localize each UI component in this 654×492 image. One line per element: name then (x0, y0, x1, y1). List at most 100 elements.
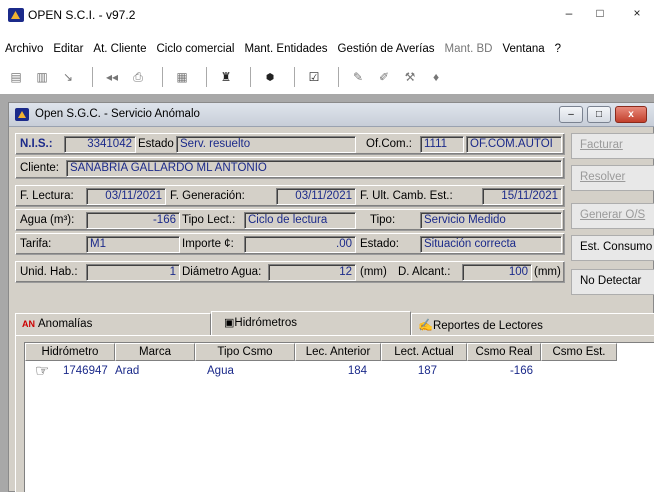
fult-label: F. Ult. Camb. Est.: (360, 190, 453, 202)
cell-anterior: 184 (347, 365, 367, 377)
dalc-field[interactable]: 100 (462, 264, 532, 281)
facturar-button[interactable]: Facturar (571, 133, 654, 159)
cliente-row: Cliente: SANABRIA GALLARDO ML ANTONIO (15, 157, 565, 179)
ofcom-label: Of.Com.: (366, 138, 413, 150)
toolbar-separator (250, 67, 252, 87)
menu-bar: Archivo Editar At. Cliente Ciclo comerci… (0, 40, 654, 60)
readers-icon: ✍ (418, 318, 433, 332)
tarifa-row: Tarifa: M1 Importe ¢: .00 Estado: Situac… (15, 233, 565, 255)
menu-gestion-averias[interactable]: Gestión de Averías (333, 40, 440, 60)
child-minimize-button[interactable]: – (559, 106, 583, 123)
tarifa-field[interactable]: M1 (86, 236, 180, 253)
tool-icon[interactable]: ⚒ (400, 68, 420, 86)
toolbar: ▤ ▥ ↘ ◂◂ ⎙ ▦ ♜ ⬢ ☑ ✎ ✐ ⚒ ♦ (0, 64, 654, 90)
agua-field[interactable]: -166 (86, 212, 180, 229)
importe-field[interactable]: .00 (244, 236, 356, 253)
hidrometros-grid: Hidrómetro Marca Tipo Csmo Lec. Anterior… (24, 342, 654, 492)
menu-archivo[interactable]: Archivo (0, 40, 48, 60)
menu-mant-bd[interactable]: Mant. BD (440, 40, 498, 60)
new-icon[interactable]: ▤ (6, 68, 26, 86)
estado2-label: Estado: (360, 238, 399, 250)
app-title-bar: OPEN S.C.I. - v97.2 – □ × (0, 0, 654, 30)
flectura-field[interactable]: 03/11/2021 (86, 188, 166, 205)
menu-mant-entidades[interactable]: Mant. Entidades (239, 40, 332, 60)
child-maximize-button[interactable]: □ (587, 106, 611, 123)
anomalias-icon: AN (22, 319, 35, 329)
diam-field[interactable]: 12 (268, 264, 356, 281)
checkbox-icon[interactable]: ☑ (304, 68, 324, 86)
col-marca[interactable]: Marca (115, 343, 195, 361)
col-csmo-est[interactable]: Csmo Est. (541, 343, 617, 361)
arrow-icon[interactable]: ↘ (58, 68, 78, 86)
ofcom-name-field[interactable]: OF.COM.AUTOI (466, 136, 562, 153)
back-icon[interactable]: ◂◂ (102, 68, 122, 86)
fult-field[interactable]: 15/11/2021 (482, 188, 562, 205)
nis-field[interactable]: 3341042 (64, 136, 136, 153)
unidhab-field[interactable]: 1 (86, 264, 180, 281)
tab-anomalias[interactable]: AN Anomalías (15, 313, 211, 335)
cliente-label: Cliente: (20, 162, 59, 174)
estado-label: Estado (138, 138, 174, 150)
menu-ventana[interactable]: Ventana (497, 40, 549, 60)
drop-icon[interactable]: ♦ (426, 68, 446, 86)
tipolect-label: Tipo Lect.: (182, 214, 236, 226)
paint-icon[interactable]: ✎ (348, 68, 368, 86)
edit-icon[interactable]: ✐ (374, 68, 394, 86)
tipolect-field[interactable]: Ciclo de lectura (244, 212, 356, 229)
tab-reportes-lectores[interactable]: ✍Reportes de Lectores (411, 313, 654, 335)
tab-hidrometros[interactable]: ▣Hidrómetros (211, 311, 411, 335)
resolver-button[interactable]: Resolver (571, 165, 654, 191)
ots-icon[interactable]: ⬢ (260, 68, 280, 86)
toolbar-separator (206, 67, 208, 87)
mdi-workspace: Open S.G.C. - Servicio Anómalo – □ x N.I… (0, 94, 654, 492)
print-preview-icon[interactable]: ▥ (32, 68, 52, 86)
maximize-button[interactable]: □ (585, 6, 615, 24)
dalc-label: D. Alcant.: (398, 266, 451, 278)
cell-marca: Arad (115, 365, 140, 377)
app-logo-icon (8, 8, 24, 22)
generar-os-button[interactable]: Generar O/S (571, 203, 654, 229)
unidhab-label: Unid. Hab.: (20, 266, 78, 278)
printer-icon[interactable]: ⎙ (128, 68, 148, 86)
tarifa-label: Tarifa: (20, 238, 52, 250)
col-lect-actual[interactable]: Lect. Actual (381, 343, 467, 361)
child-logo-icon (15, 108, 29, 121)
child-close-button[interactable]: x (615, 106, 647, 123)
col-lec-anterior[interactable]: Lec. Anterior (295, 343, 381, 361)
importe-label: Importe ¢: (182, 238, 234, 250)
nis-row: N.I.S.: 3341042 Estado Serv. resuelto Of… (15, 133, 565, 155)
fgen-field[interactable]: 03/11/2021 (276, 188, 356, 205)
dalc-unit: (mm) (534, 266, 561, 278)
estado-field[interactable]: Serv. resuelto (176, 136, 356, 153)
estado2-field[interactable]: Situación correcta (420, 236, 562, 253)
cell-hidrometro: 1746947 (63, 365, 108, 377)
servicio-anomalo-window: Open S.G.C. - Servicio Anómalo – □ x N.I… (8, 102, 654, 492)
menu-help[interactable]: ? (550, 40, 566, 60)
tipo-field[interactable]: Servicio Medido (420, 212, 562, 229)
nis-label: N.I.S.: (20, 138, 53, 150)
col-tipo-csmo[interactable]: Tipo Csmo (195, 343, 295, 361)
menu-editar[interactable]: Editar (48, 40, 88, 60)
cliente-field[interactable]: SANABRIA GALLARDO ML ANTONIO (66, 160, 562, 177)
child-title: Open S.G.C. - Servicio Anómalo (35, 108, 200, 120)
table-row[interactable]: 1746947 Arad Agua 184 187 -166 (25, 363, 617, 381)
toolbar-separator (338, 67, 340, 87)
hidrometros-panel: Hidrómetro Marca Tipo Csmo Lec. Anterior… (15, 335, 654, 492)
no-detectar-button[interactable]: No Detectar (571, 269, 654, 295)
user-icon[interactable]: ♜ (216, 68, 236, 86)
est-consumo-button[interactable]: Est. Consumo (571, 235, 654, 261)
app-title: OPEN S.C.I. - v97.2 (28, 8, 136, 22)
document-icon[interactable]: ▦ (172, 68, 192, 86)
child-title-bar: Open S.G.C. - Servicio Anómalo – □ x (9, 103, 654, 127)
diam-unit: (mm) (360, 266, 387, 278)
col-hidrometro[interactable]: Hidrómetro (25, 343, 115, 361)
ofcom-code-field[interactable]: 1111 (420, 136, 464, 153)
menu-at-cliente[interactable]: At. Cliente (88, 40, 151, 60)
close-button[interactable]: × (622, 6, 652, 24)
diam-label: Diámetro Agua: (182, 266, 262, 278)
minimize-button[interactable]: – (554, 6, 584, 24)
menu-ciclo-comercial[interactable]: Ciclo comercial (151, 40, 239, 60)
cell-real: -166 (509, 365, 533, 377)
flectura-label: F. Lectura: (20, 190, 74, 202)
col-csmo-real[interactable]: Csmo Real (467, 343, 541, 361)
